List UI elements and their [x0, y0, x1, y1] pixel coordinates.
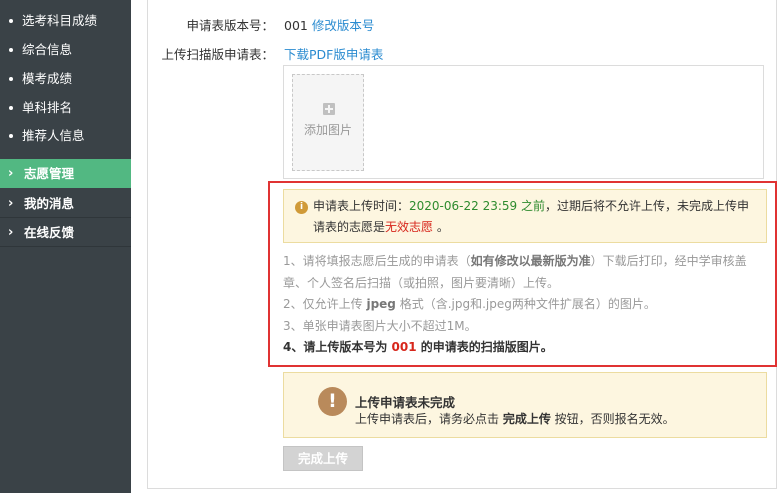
- bullet-icon: [9, 134, 13, 138]
- sidebar-item-label: 在线反馈: [24, 225, 75, 240]
- chevron-right-icon: ›: [8, 196, 14, 211]
- bullet-icon: [9, 19, 13, 23]
- bullet-icon: [9, 106, 13, 110]
- sidebar: 选考科目成绩 综合信息 模考成绩 单科排名 推荐人信息 › 志愿管理 › 我的消…: [0, 0, 131, 493]
- bullet-icon: [9, 77, 13, 81]
- exclamation-icon: !: [318, 387, 347, 416]
- plus-icon: [323, 103, 335, 115]
- upload-label: 上传扫描版申请表：: [161, 47, 274, 62]
- warning-title: 上传申请表未完成: [355, 395, 456, 410]
- highlight-box: [268, 181, 777, 367]
- sidebar-item-label: 我的消息: [24, 196, 75, 211]
- sidebar-item-application-management[interactable]: › 志愿管理: [0, 159, 131, 188]
- version-row: 001 修改版本号: [284, 15, 374, 34]
- sidebar-item-referee-info[interactable]: 推荐人信息: [0, 121, 131, 150]
- sidebar-item-label: 推荐人信息: [22, 128, 85, 143]
- version-label: 申请表版本号：: [186, 18, 274, 33]
- sidebar-item-comprehensive-info[interactable]: 综合信息: [0, 35, 131, 64]
- chevron-right-icon: ›: [8, 166, 14, 181]
- warning-emphasis: 完成上传: [502, 412, 551, 426]
- upload-incomplete-warning: ! 上传申请表未完成 上传申请表后，请务必点击 完成上传 按钮，否则报名无效。: [283, 372, 767, 438]
- warning-text: 按钮，否则报名无效。: [550, 412, 675, 426]
- add-image-button[interactable]: 添加图片: [292, 74, 364, 171]
- sidebar-item-elective-scores[interactable]: 选考科目成绩: [0, 6, 131, 35]
- sidebar-item-label: 模考成绩: [22, 71, 73, 86]
- warning-description: 上传申请表后，请务必点击 完成上传 按钮，否则报名无效。: [355, 410, 675, 427]
- finish-upload-button[interactable]: 完成上传: [283, 446, 363, 471]
- download-pdf-link[interactable]: 下载PDF版申请表: [284, 44, 383, 63]
- sidebar-item-my-messages[interactable]: › 我的消息: [0, 189, 131, 218]
- add-image-label: 添加图片: [303, 123, 352, 137]
- sidebar-item-label: 志愿管理: [24, 166, 75, 181]
- bullet-icon: [9, 48, 13, 52]
- sidebar-item-mock-scores[interactable]: 模考成绩: [0, 64, 131, 93]
- version-value: 001: [284, 18, 308, 33]
- sidebar-item-label: 单科排名: [22, 100, 73, 115]
- chevron-right-icon: ›: [8, 225, 14, 240]
- warning-text: 上传申请表后，请务必点击: [355, 412, 503, 426]
- modify-version-link[interactable]: 修改版本号: [312, 18, 375, 33]
- sidebar-item-label: 综合信息: [22, 42, 73, 57]
- sidebar-item-subject-ranking[interactable]: 单科排名: [0, 93, 131, 122]
- sidebar-item-label: 选考科目成绩: [22, 13, 98, 28]
- sidebar-item-online-feedback[interactable]: › 在线反馈: [0, 218, 131, 247]
